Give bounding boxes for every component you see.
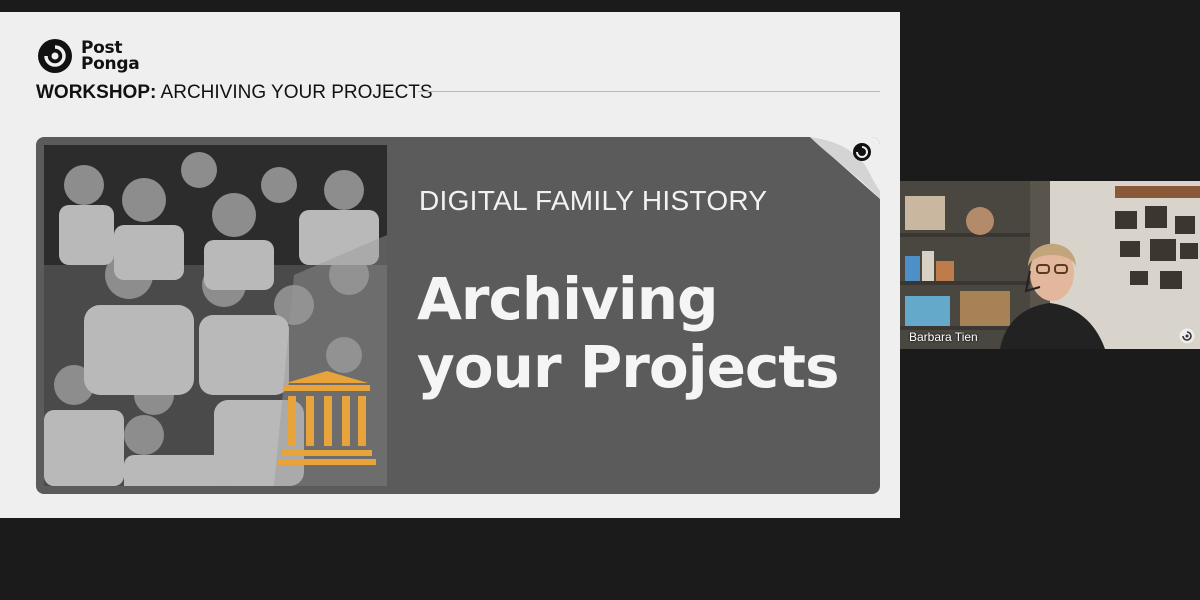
workshop-heading: WORKSHOP: ARCHIVING YOUR PROJECTS (36, 82, 433, 104)
workshop-prefix: WORKSHOP: (36, 82, 157, 103)
family-photo (44, 145, 387, 486)
museum-icon (278, 371, 376, 465)
logo-text-line2: Ponga (81, 54, 140, 74)
postponga-logo-icon (38, 39, 72, 73)
divider (418, 91, 880, 92)
postponga-logo: Post Ponga (37, 38, 140, 74)
participant-name-label: Barbara Tien (909, 330, 978, 344)
postponga-watermark-icon (1179, 328, 1195, 344)
meeting-bottom-area (0, 518, 900, 600)
participant-video-tile[interactable]: Barbara Tien (900, 181, 1200, 349)
workshop-title: ARCHIVING YOUR PROJECTS (156, 82, 433, 103)
slide-title: Archiving your Projects (417, 265, 840, 401)
slide-kicker: DIGITAL FAMILY HISTORY (419, 185, 768, 216)
presentation-slide: Post Ponga WORKSHOP: ARCHIVING YOUR PROJ… (0, 12, 900, 518)
page-curl (810, 137, 880, 199)
title-card: DIGITAL FAMILY HISTORY Archiving your Pr… (36, 137, 880, 494)
postponga-mini-icon (853, 143, 871, 161)
